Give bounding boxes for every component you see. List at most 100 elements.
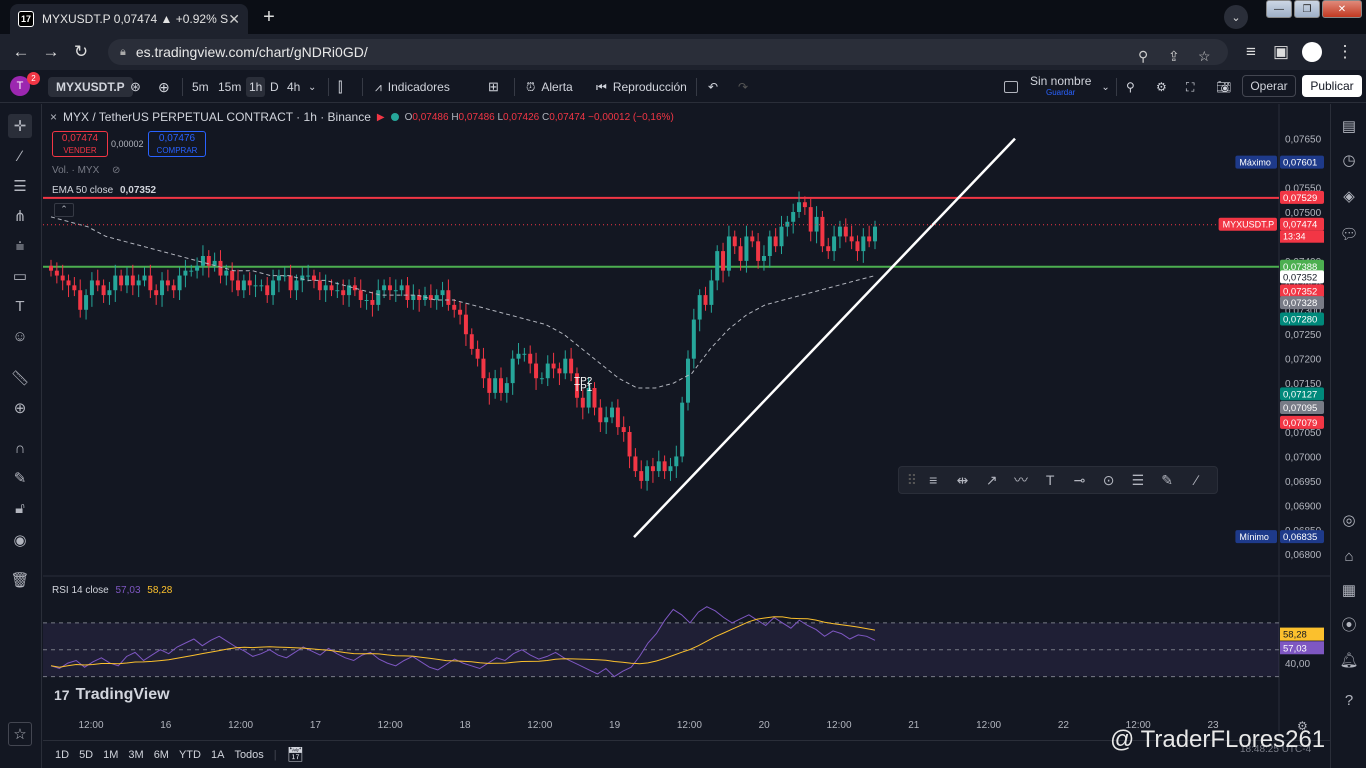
chat-icon[interactable]: 💬︎ (1337, 222, 1361, 246)
zoom-icon[interactable]: ⚲ (1138, 48, 1148, 65)
timeframe-5m[interactable]: 5m (192, 77, 209, 97)
add-symbol-icon[interactable]: ⊕ (158, 77, 170, 97)
notifications-icon[interactable]: 🔔︎ (1337, 648, 1361, 672)
range-1a[interactable]: 1A (211, 749, 224, 761)
ema-label: EMA 50 close (52, 185, 114, 196)
streams-icon[interactable]: ⦿ (1337, 612, 1361, 636)
calendar-icon[interactable]: ▦ (1337, 578, 1361, 602)
tool-2-icon[interactable]: ↗ (977, 472, 1006, 489)
legend-toggle-icon[interactable]: × (50, 110, 57, 124)
tool-4-icon[interactable]: T (1036, 472, 1065, 488)
browser-tab[interactable]: 17 MYXUSDT.P 0,07474 ▲ +0.92% S ✕ (10, 4, 248, 34)
media-icon[interactable]: ≡ (1236, 42, 1266, 62)
range-1m[interactable]: 1M (103, 749, 118, 761)
close-window-button[interactable]: ✕ (1322, 0, 1362, 18)
back-icon[interactable]: ← (6, 42, 36, 62)
tool-5-icon[interactable]: ⊸ (1065, 472, 1094, 489)
watchlist-icon[interactable]: ▤ (1337, 114, 1361, 138)
drag-handle-icon[interactable]: ⠿ (905, 472, 919, 489)
publish-button[interactable]: Publicar (1302, 75, 1362, 97)
timeframe-d[interactable]: D (270, 77, 279, 97)
ruler-icon[interactable]: 📏︎ (8, 366, 32, 390)
reload-icon[interactable]: ↻ (66, 42, 96, 62)
flag-icon[interactable]: ▶ (377, 112, 385, 123)
candles-type-icon[interactable]: ⫿ (338, 77, 342, 97)
range-3m[interactable]: 3M (128, 749, 143, 761)
text-icon[interactable]: T (8, 294, 32, 318)
timeframe-dropdown-icon[interactable]: ⌄ (308, 77, 316, 97)
new-tab-button[interactable]: + (256, 5, 282, 29)
settings-gear-icon[interactable]: ⚙ (1156, 77, 1167, 97)
trash-icon[interactable]: 🗑︎ (8, 568, 32, 592)
buy-label: COMPRAR (156, 146, 198, 155)
buy-button[interactable]: 0,07476 COMPRAR (148, 131, 206, 157)
share-icon[interactable]: ⇪ (1168, 48, 1180, 65)
replay-button[interactable]: ⏮︎ Reproducción (596, 77, 687, 97)
volume-legend[interactable]: Vol. · MYX ⊘ (52, 165, 120, 176)
candle-body (382, 285, 387, 291)
horizontal-lines-icon[interactable]: ☰ (8, 174, 32, 198)
trade-button[interactable]: Operar (1242, 75, 1296, 97)
range-6m[interactable]: 6M (154, 749, 169, 761)
tool-9-icon[interactable]: ∕ (1182, 472, 1211, 488)
crosshair-icon[interactable]: ✛ (8, 114, 32, 138)
pencil-lock-icon[interactable]: ✎ (8, 466, 32, 490)
tab-search-icon[interactable]: ⌄ (1224, 5, 1248, 29)
zoom-in-icon[interactable]: ⊕ (8, 396, 32, 420)
candle-body (54, 270, 59, 276)
range-ytd[interactable]: YTD (179, 749, 201, 761)
maximize-button[interactable]: ❐ (1294, 0, 1320, 18)
layers-icon[interactable]: ◈ (1337, 184, 1361, 208)
collapse-legend-icon[interactable]: ⌃ (54, 203, 74, 217)
browser-menu-icon[interactable]: ⋮ (1330, 42, 1360, 62)
fib-icon[interactable]: ⩧ (8, 234, 32, 258)
symbol-search-button[interactable]: MYXUSDT.P (48, 77, 133, 97)
timeframe-15m[interactable]: 15m (218, 77, 241, 97)
url-field[interactable]: 🔒︎ es.tradingview.com/chart/gNDRi0GD/ ⚲ … (108, 39, 1228, 65)
minimize-button[interactable]: — (1266, 0, 1292, 18)
layout-button[interactable]: Sin nombre Guardar ⌄ (1004, 75, 1110, 97)
forward-icon[interactable]: → (36, 42, 66, 62)
tool-8-icon[interactable]: ✎ (1153, 472, 1182, 489)
quick-search-icon[interactable]: ⚲ (1126, 77, 1135, 97)
rsi-legend[interactable]: RSI 14 close 57,03 58,28 (52, 585, 172, 596)
price-chart[interactable]: 0,076500,076000,075500,075000,074500,074… (43, 104, 1330, 740)
visibility-eye-icon[interactable]: ◉ (8, 528, 32, 552)
pitchfork-icon[interactable]: ⋔ (8, 204, 32, 228)
tool-6-icon[interactable]: ⊙ (1094, 472, 1123, 489)
goto-date-icon[interactable]: 📅︎ (287, 746, 305, 763)
undo-icon[interactable]: ↶ (708, 77, 718, 97)
bookmark-star-icon[interactable]: ☆ (1198, 48, 1211, 65)
range-5d[interactable]: 5D (79, 749, 93, 761)
range-all[interactable]: Todos (234, 749, 263, 761)
indicators-button[interactable]: ⩘ Indicadores (375, 77, 450, 97)
help-icon[interactable]: ? (1337, 688, 1361, 712)
lock-drawings-icon[interactable]: 🔓︎ (8, 496, 32, 520)
emoji-icon[interactable]: ☺ (8, 324, 32, 348)
profile-avatar[interactable] (1302, 42, 1322, 62)
tool-1-icon[interactable]: ⇹ (948, 472, 977, 489)
close-tab-icon[interactable]: ✕ (228, 11, 240, 28)
tool-7-icon[interactable]: ☰ (1123, 472, 1152, 489)
range-1d[interactable]: 1D (55, 749, 69, 761)
timeframe-1h[interactable]: 1h (246, 77, 266, 97)
favorites-star-icon[interactable]: ☆ (8, 722, 32, 746)
ideas-icon[interactable]: ⌂ (1337, 544, 1361, 568)
tool-3-icon[interactable]: 〰 (1006, 470, 1035, 490)
shapes-icon[interactable]: ▭ (8, 264, 32, 288)
compare-icon[interactable]: ⊛ (130, 77, 141, 97)
sell-button[interactable]: 0,07474 VENDER (52, 131, 108, 157)
sidepanel-icon[interactable]: ▣ (1266, 42, 1296, 62)
target-icon[interactable]: ◎ (1337, 508, 1361, 532)
timeframe-4h[interactable]: 4h (287, 77, 300, 97)
fullscreen-icon[interactable]: ⛶ (1186, 77, 1194, 97)
tool-0-icon[interactable]: ≡ (919, 472, 948, 488)
templates-icon[interactable]: ⊞ (488, 77, 499, 97)
redo-icon[interactable]: ↷ (738, 77, 748, 97)
alert-button[interactable]: ⏰︎ Alerta (526, 77, 573, 97)
alerts-clock-icon[interactable]: ◷ (1337, 148, 1361, 172)
ema-legend[interactable]: EMA 50 close 0,07352 (52, 185, 156, 196)
trendline-icon[interactable]: ∕ (8, 144, 32, 168)
camera-icon[interactable]: 📷︎ (1216, 77, 1231, 97)
magnet-icon[interactable]: ∩ (8, 436, 32, 460)
